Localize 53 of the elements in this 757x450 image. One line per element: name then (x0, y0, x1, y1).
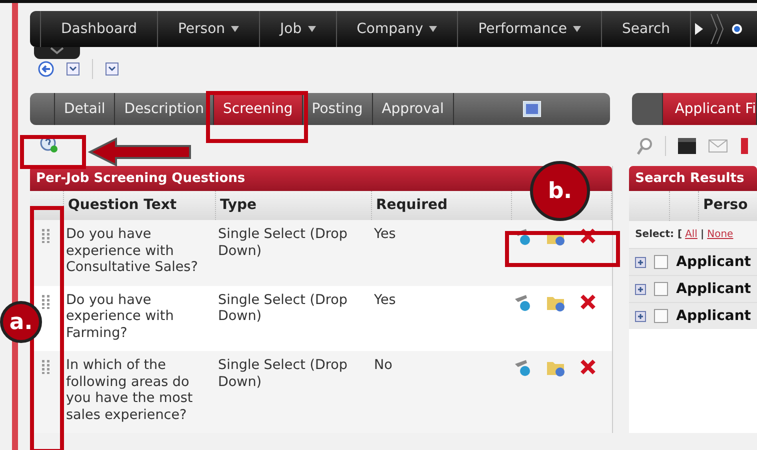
expand-icon[interactable] (522, 101, 541, 117)
table-cell: No (374, 357, 392, 373)
drag-handle-icon[interactable] (42, 229, 50, 243)
tab[interactable]: Screening (214, 93, 303, 125)
column-header[interactable]: Required (372, 191, 512, 220)
table-cell: Single Select (Drop Down) (218, 292, 348, 324)
flask-icon[interactable] (514, 359, 532, 377)
table-cell: Do you have experience with Consultative Sales? (66, 226, 198, 275)
drag-handle-icon[interactable] (42, 360, 50, 374)
expand-plus-icon[interactable] (635, 284, 646, 294)
delete-icon[interactable] (580, 294, 596, 310)
select-label: Select: [ (635, 229, 682, 240)
table-cell: Yes (374, 292, 396, 308)
panel-title: Search Results (629, 166, 757, 191)
expand-plus-icon[interactable] (635, 310, 646, 322)
dropdown-icon[interactable] (105, 62, 119, 76)
table-cell: Single Select (Drop Down) (218, 357, 348, 390)
checkbox[interactable] (654, 282, 668, 296)
double-chevron-icon[interactable] (709, 14, 726, 44)
flask-icon[interactable] (514, 294, 532, 312)
drag-handle-icon[interactable] (42, 294, 50, 308)
tab[interactable]: Posting (302, 93, 373, 125)
checkbox[interactable] (654, 255, 668, 269)
radio-dot-icon[interactable] (731, 23, 744, 35)
table-cell: Yes (374, 226, 396, 242)
delete-icon[interactable] (580, 228, 596, 244)
nav-menu-item[interactable]: Company (336, 11, 458, 47)
nav-menu-item[interactable]: Performance (458, 11, 602, 47)
table-cell: Single Select (Drop Down) (218, 226, 348, 258)
nav-menu-item[interactable]: Job (260, 11, 337, 47)
nav-menu-item[interactable]: Search (602, 11, 692, 47)
tab[interactable]: Approval (372, 93, 454, 125)
tab[interactable]: Detail (55, 93, 116, 125)
delete-icon[interactable] (580, 359, 596, 375)
callout-label: a. (0, 301, 42, 343)
column-header[interactable]: Type (216, 191, 372, 220)
dropdown-icon[interactable] (66, 62, 80, 76)
table-cell: In which of the following areas do you have the most sales experience? (66, 357, 193, 422)
back-icon[interactable] (38, 61, 54, 77)
table-cell: Do you have experience with Farming? (66, 292, 174, 340)
play-icon (695, 23, 704, 35)
nav-menu-item[interactable]: Person (158, 11, 260, 47)
link-separator: | (700, 229, 704, 240)
column-header[interactable]: Question Text (64, 191, 216, 220)
select-all-link[interactable]: All (685, 229, 698, 240)
highlight-frame (20, 135, 86, 169)
checkbox[interactable] (654, 309, 668, 323)
select-none-link[interactable]: None (707, 229, 734, 240)
search-icon[interactable] (637, 137, 653, 155)
tab[interactable]: Applicant Fi (662, 93, 757, 125)
folder-icon[interactable] (546, 359, 566, 377)
expand-plus-icon[interactable] (635, 256, 646, 268)
chevron-down-icon[interactable] (49, 47, 65, 55)
